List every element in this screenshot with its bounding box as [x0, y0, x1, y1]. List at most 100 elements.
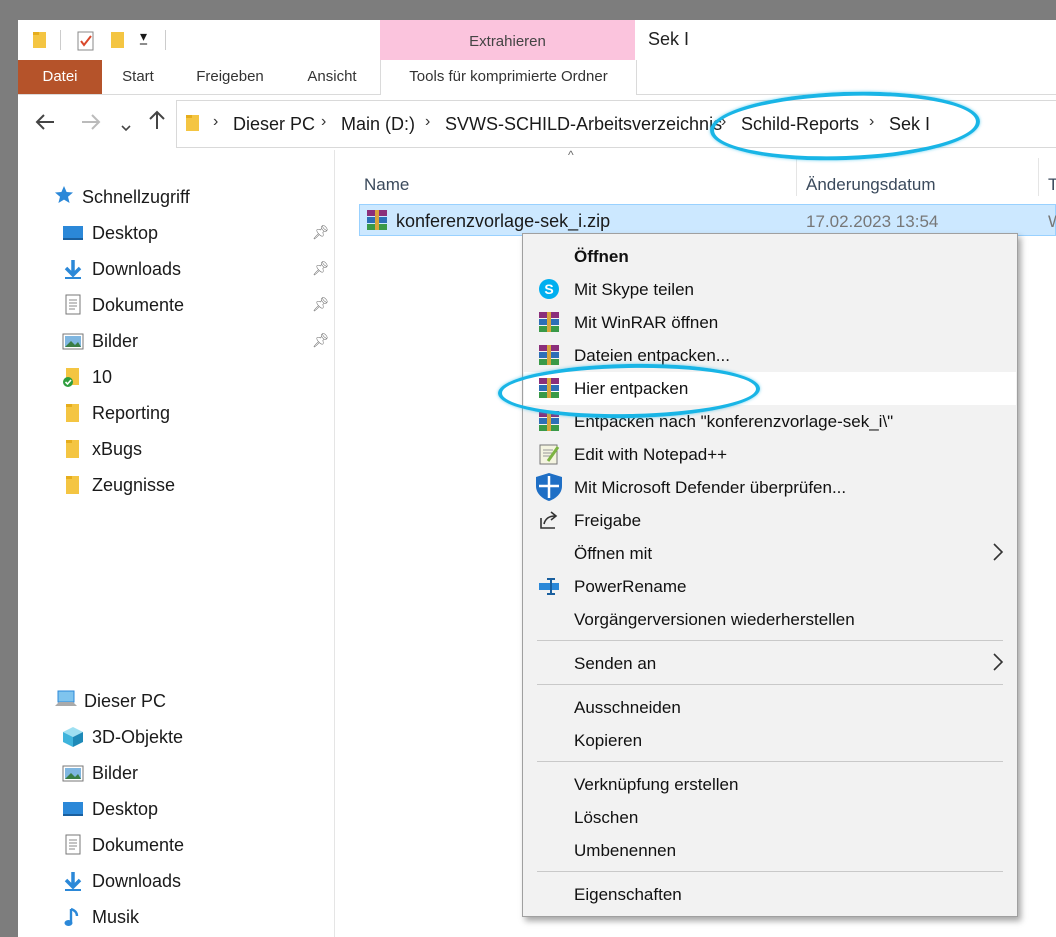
tree-label: Bilder: [92, 330, 139, 351]
menu-item-notepadpp[interactable]: Edit with Notepad++: [524, 438, 1016, 471]
tree-label: Reporting: [92, 402, 171, 423]
downloads-icon: [62, 258, 84, 280]
tab-datei[interactable]: Datei: [18, 60, 102, 94]
music-icon: [62, 906, 84, 928]
menu-item-kopieren[interactable]: Kopieren: [524, 724, 1016, 757]
menu-label: PowerRename: [574, 577, 687, 596]
tree-label: Dieser PC: [84, 690, 167, 711]
up-arrow-icon[interactable]: [148, 109, 166, 137]
tree-label: Zeugnisse: [92, 474, 176, 495]
tab-ansicht[interactable]: Ansicht: [294, 60, 370, 94]
tree-item-reporting[interactable]: Reporting: [62, 398, 170, 428]
file-type: W: [1048, 212, 1056, 232]
recent-locations-chevron-icon[interactable]: [120, 113, 132, 139]
svg-text:S: S: [544, 281, 553, 297]
menu-label: Eigenschaften: [574, 885, 682, 904]
folder-icon: [62, 438, 84, 460]
tree-item-bilder[interactable]: Bilder: [62, 326, 138, 356]
menu-separator: [537, 684, 1003, 685]
column-divider[interactable]: [1038, 158, 1039, 196]
menu-label: Freigabe: [574, 511, 642, 530]
menu-item-eigenschaften[interactable]: Eigenschaften: [524, 878, 1016, 911]
tree-label: 10: [92, 366, 113, 387]
pin-icon[interactable]: 📌︎: [312, 332, 330, 349]
3d-objects-icon: [62, 726, 84, 748]
new-folder-icon[interactable]: [110, 30, 126, 55]
menu-item-senden-an[interactable]: Senden an: [524, 647, 1016, 680]
menu-label: Mit Microsoft Defender überprüfen...: [574, 478, 847, 497]
tree-item-downloads-pc[interactable]: Downloads: [62, 866, 181, 896]
tree-item-desktop-pc[interactable]: Desktop: [62, 794, 158, 824]
column-header-name[interactable]: Name: [364, 175, 409, 195]
folder-icon[interactable]: [32, 30, 48, 55]
menu-item-defender[interactable]: Mit Microsoft Defender überprüfen...: [524, 471, 1016, 504]
menu-item-umbenennen[interactable]: Umbenennen: [524, 834, 1016, 867]
tab-tools-compressed[interactable]: Tools für komprimierte Ordner: [380, 60, 637, 95]
tree-item-desktop[interactable]: Desktop: [62, 218, 158, 248]
menu-label: Löschen: [574, 808, 639, 827]
pin-icon[interactable]: 📌︎: [312, 260, 330, 277]
computer-icon: [54, 689, 78, 714]
menu-item-ausschneiden[interactable]: Ausschneiden: [524, 691, 1016, 724]
skype-icon: S: [538, 278, 560, 300]
menu-item-loeschen[interactable]: Löschen: [524, 801, 1016, 834]
tree-label: Dokumente: [92, 834, 185, 855]
tab-freigeben[interactable]: Freigeben: [184, 60, 276, 94]
navigation-pane: Schnellzugriff Desktop 📌︎ Downloads 📌︎ D…: [18, 150, 335, 937]
tree-item-downloads[interactable]: Downloads: [62, 254, 181, 284]
pictures-icon: [62, 330, 84, 352]
menu-label: Senden an: [574, 654, 657, 673]
tree-label: Downloads: [92, 258, 182, 279]
breadcrumb-main-d[interactable]: Main (D:): [341, 114, 415, 135]
tree-item-xbugs[interactable]: xBugs: [62, 434, 142, 464]
chevron-right-icon: [992, 542, 1004, 568]
winrar-icon: [538, 344, 560, 366]
context-menu: Öffnen S Mit Skype teilen Mit WinRAR öff…: [522, 233, 1018, 917]
tree-item-dokumente-pc[interactable]: Dokumente: [62, 830, 184, 860]
tree-label: Desktop: [92, 222, 159, 243]
tree-item-schnellzugriff[interactable]: Schnellzugriff: [54, 182, 190, 212]
menu-item-verknuepfung[interactable]: Verknüpfung erstellen: [524, 768, 1016, 801]
file-row[interactable]: konferenzvorlage-sek_i.zip 17.02.2023 13…: [359, 204, 1056, 236]
desktop-icon: [62, 222, 84, 244]
folder-synced-icon: [62, 366, 84, 388]
pin-icon[interactable]: 📌︎: [312, 224, 330, 241]
back-arrow-icon[interactable]: [34, 111, 56, 137]
folder-icon: [62, 474, 84, 496]
menu-label: Ausschneiden: [574, 698, 681, 717]
tree-item-bilder-pc[interactable]: Bilder: [62, 758, 138, 788]
column-divider[interactable]: [796, 158, 797, 196]
column-header-type[interactable]: T: [1048, 175, 1056, 195]
menu-separator: [537, 871, 1003, 872]
breadcrumb-separator-icon: ›: [425, 113, 431, 130]
breadcrumb-dieser-pc[interactable]: Dieser PC: [233, 114, 315, 135]
tree-label: Schnellzugriff: [82, 186, 190, 207]
menu-item-powerrename[interactable]: PowerRename: [524, 570, 1016, 603]
tree-item-10[interactable]: 10: [62, 362, 112, 392]
tree-item-3d-objekte[interactable]: 3D-Objekte: [62, 722, 183, 752]
quick-access-toolbar: ▾̲: [18, 20, 378, 60]
column-header-date[interactable]: Änderungsdatum: [806, 175, 935, 195]
menu-item-freigabe[interactable]: Freigabe: [524, 504, 1016, 537]
tree-item-dieser-pc[interactable]: Dieser PC: [54, 686, 166, 716]
menu-item-oeffnen[interactable]: Öffnen: [524, 240, 1016, 273]
menu-item-previous-versions[interactable]: Vorgängerversionen wiederherstellen: [524, 603, 1016, 636]
tree-item-zeugnisse[interactable]: Zeugnisse: [62, 470, 175, 500]
menu-item-skype[interactable]: S Mit Skype teilen: [524, 273, 1016, 306]
tab-start[interactable]: Start: [106, 60, 170, 94]
properties-icon[interactable]: [76, 30, 96, 57]
file-name: konferenzvorlage-sek_i.zip: [396, 211, 611, 231]
menu-item-oeffnen-mit[interactable]: Öffnen mit: [524, 537, 1016, 570]
breadcrumb-svws[interactable]: SVWS-SCHILD-Arbeitsverzeichnis: [445, 114, 722, 135]
menu-label: Edit with Notepad++: [574, 445, 728, 464]
customize-dropdown-icon[interactable]: ▾̲: [140, 28, 147, 45]
star-icon: [54, 185, 76, 210]
pin-icon[interactable]: 📌︎: [312, 296, 330, 313]
menu-item-winrar-open[interactable]: Mit WinRAR öffnen: [524, 306, 1016, 339]
tree-item-musik[interactable]: Musik: [62, 902, 139, 932]
window-title: Sek I: [648, 29, 690, 49]
forward-arrow-icon[interactable]: [80, 111, 102, 137]
tree-item-dokumente[interactable]: Dokumente: [62, 290, 184, 320]
menu-label: Öffnen: [574, 247, 629, 266]
breadcrumb-separator-icon: ›: [213, 113, 219, 130]
